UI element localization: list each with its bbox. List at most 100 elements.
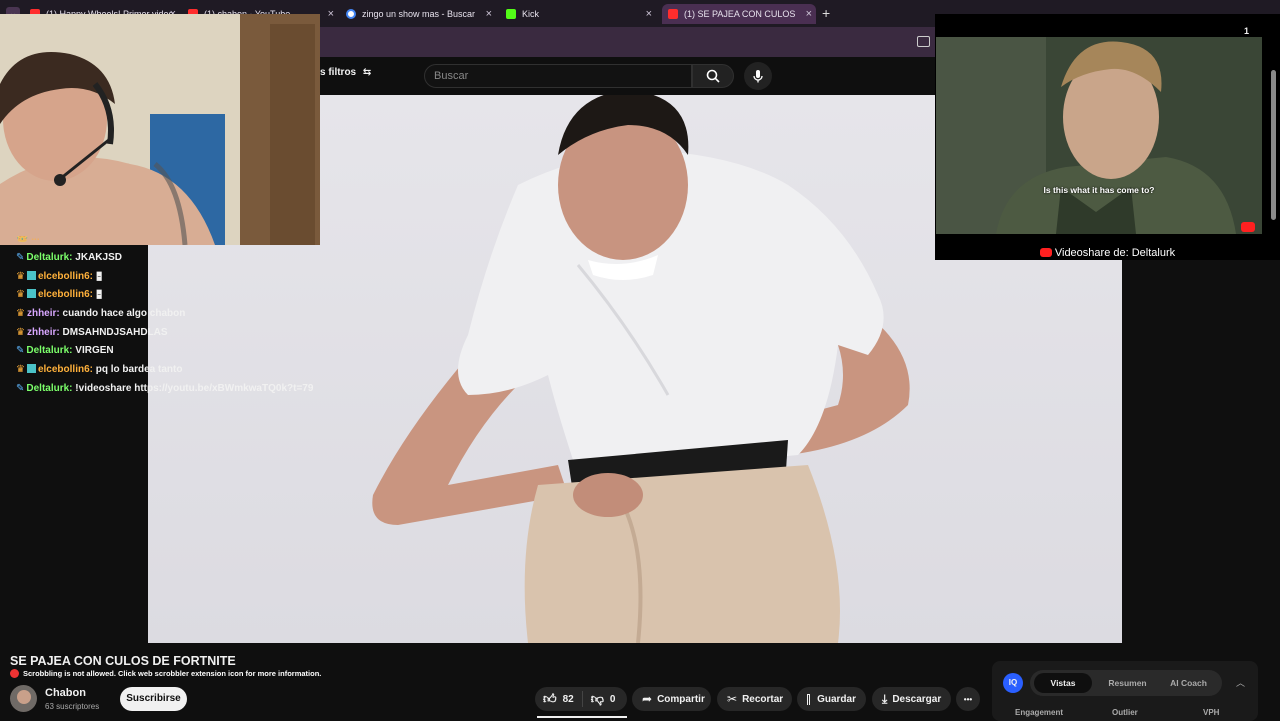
chevron-up-icon[interactable]: ︿ <box>1236 676 1245 689</box>
search-button[interactable] <box>692 64 734 88</box>
iq-extension-panel: IQ Vistas Resumen AI Coach ︿ Engagement … <box>992 661 1258 721</box>
emote-icon: 🁢 <box>95 290 103 300</box>
more-actions-button[interactable]: ••• <box>956 687 980 711</box>
video-title: SE PAJEA CON CULOS DE FORTNITE <box>10 654 236 668</box>
bookmark-icon <box>807 693 811 705</box>
share-icon: ➦ <box>642 692 653 706</box>
chat-text: cuando hace algo chabon <box>62 308 186 320</box>
crown-icon: ♛ <box>16 364 25 376</box>
google-favicon-icon <box>346 9 356 19</box>
chat-username: elcebollin6: <box>37 364 93 376</box>
browser-tab[interactable]: zingo un show mas - Buscar con Google × <box>346 4 496 24</box>
tab-ai-coach[interactable]: AI Coach <box>1160 673 1217 693</box>
subscribe-button[interactable]: Suscribirse <box>120 687 187 711</box>
youtube-header: s filtros ⇆ Buscar <box>320 57 935 95</box>
videoshare-caption-text: Videoshare de: Deltalurk <box>1054 247 1176 259</box>
scrollbar-thumb[interactable] <box>1271 70 1276 220</box>
clip-button[interactable]: ✂ Recortar <box>717 687 792 711</box>
thumbs-up-icon: 👍︎ <box>543 691 557 706</box>
share-button[interactable]: ➦ Compartir <box>632 687 711 711</box>
microphone-icon <box>753 70 763 83</box>
download-label: Descargar <box>892 693 942 705</box>
chat-text: DMSAHNDJSAHDLAS <box>62 326 168 338</box>
wrench-icon: ✎ <box>16 252 25 263</box>
chat-text: pq lo bardea tanto <box>95 364 183 376</box>
metric-engagement: Engagement <box>1015 708 1064 717</box>
crown-icon: ♛ <box>16 289 25 301</box>
chat-message: ✎ Deltalurk: VIRGEN <box>16 342 336 361</box>
tab-label: Kick <box>522 9 540 19</box>
scissors-icon: ✂ <box>727 692 738 706</box>
search-input[interactable]: Buscar <box>424 64 692 88</box>
close-tab-icon[interactable]: × <box>646 8 652 20</box>
youtube-logo-icon <box>1241 222 1255 232</box>
download-button[interactable]: ⤓ Descargar <box>872 687 951 711</box>
videoshare-counter: 1 <box>1244 26 1250 36</box>
cast-icon[interactable] <box>917 36 930 47</box>
chat-username: Deltalurk: <box>26 252 73 263</box>
close-tab-icon[interactable]: × <box>486 8 492 20</box>
close-tab-icon[interactable]: × <box>806 8 812 20</box>
tab-resumen[interactable]: Resumen <box>1100 673 1155 693</box>
tune-icon: ⇆ <box>362 67 372 78</box>
warning-icon <box>10 669 19 678</box>
thumbs-down-icon: 👎︎ <box>590 691 604 706</box>
search-icon <box>706 69 720 83</box>
like-underline <box>537 716 627 718</box>
like-button[interactable]: 👍︎ 82 <box>535 691 583 707</box>
subscriber-count: 63 suscriptores <box>45 702 100 711</box>
save-button[interactable]: Guardar <box>797 687 866 711</box>
scrobbler-notice: Scrobbling is not allowed. Click web scr… <box>10 669 321 678</box>
tab-label: (1) SE PAJEA CON CULOS DE FORTNITE <box>684 9 796 19</box>
new-tab-button[interactable]: + <box>822 5 830 21</box>
like-dislike-group: 👍︎ 82 👎︎ 0 <box>535 687 627 711</box>
browser-tab[interactable]: Kick × <box>506 4 656 24</box>
kick-favicon-icon <box>506 9 516 19</box>
chat-text: JKAKJSD <box>75 252 122 263</box>
chat-message: ✎ Deltalurk: JKAKJSD <box>16 249 336 268</box>
badge-icon <box>26 270 36 280</box>
metric-vph: VPH <box>1203 708 1220 717</box>
filters-label: s filtros <box>320 67 357 78</box>
chat-username: zhheir: <box>26 326 60 338</box>
wrench-icon: ✎ <box>16 345 25 357</box>
page-scrollbar[interactable] <box>1270 58 1278 720</box>
chat-message: ♛ elcebollin6: 🁢 <box>16 268 336 287</box>
save-label: Guardar <box>817 693 856 705</box>
iq-tabs: Vistas Resumen AI Coach <box>1030 670 1222 696</box>
chat-username: Deltalurk: <box>26 345 73 357</box>
close-tab-icon[interactable]: × <box>328 8 334 20</box>
videoshare-overlay: 1 Is this what it has come to? Videoshar… <box>935 14 1280 260</box>
filters-button[interactable]: s filtros ⇆ <box>320 67 371 78</box>
channel-avatar[interactable] <box>10 685 37 712</box>
videoshare-caption: Videoshare de: Deltalurk <box>935 247 1280 259</box>
tab-label: zingo un show mas - Buscar con Google <box>362 9 477 19</box>
chat-username: zhheir: <box>26 308 60 320</box>
chat-username: elcebollin6: <box>37 270 93 282</box>
chat-username: elcebollin6: <box>37 289 93 301</box>
chat-message: ✎ Deltalurk: !videoshare https://youtu.be… <box>16 380 336 399</box>
dislike-button[interactable]: 👎︎ 0 <box>583 691 624 707</box>
chat-message: ♛ elcebollin6: 🁢 <box>16 286 336 305</box>
chat-message: 👑 ... <box>16 236 40 243</box>
tab-vistas[interactable]: Vistas <box>1034 673 1092 693</box>
videoshare-frame-image <box>936 37 1262 234</box>
download-icon: ⤓ <box>882 691 888 706</box>
channel-name[interactable]: Chabon <box>45 687 86 699</box>
voice-search-button[interactable] <box>744 62 772 90</box>
chat-message: ♛ elcebollin6: pq lo bardea tanto <box>16 361 336 380</box>
emote-icon: 🁢 <box>95 271 103 281</box>
chat-text: !videoshare https://youtu.be/xBWmkwaTQ0k… <box>75 382 314 394</box>
browser-tab-active[interactable]: (1) SE PAJEA CON CULOS DE FORTNITE × <box>662 4 816 24</box>
clip-label: Recortar <box>742 693 784 705</box>
badge-icon <box>26 289 36 299</box>
chat-username: Deltalurk: <box>26 382 73 394</box>
streamer-webcam <box>0 14 320 245</box>
iq-logo: IQ <box>1003 673 1023 693</box>
videoshare-subtitle: Is this what it has come to? <box>1043 185 1155 195</box>
scrobbler-notice-text: Scrobbling is not allowed. Click web scr… <box>23 669 322 678</box>
wrench-icon: ✎ <box>16 382 25 394</box>
chat-text: VIRGEN <box>75 345 114 357</box>
badge-icon <box>26 364 36 374</box>
chat-overlay: 👑 ... ✎ Deltalurk: JKAKJSD ♛ elcebollin6: … <box>16 236 336 399</box>
